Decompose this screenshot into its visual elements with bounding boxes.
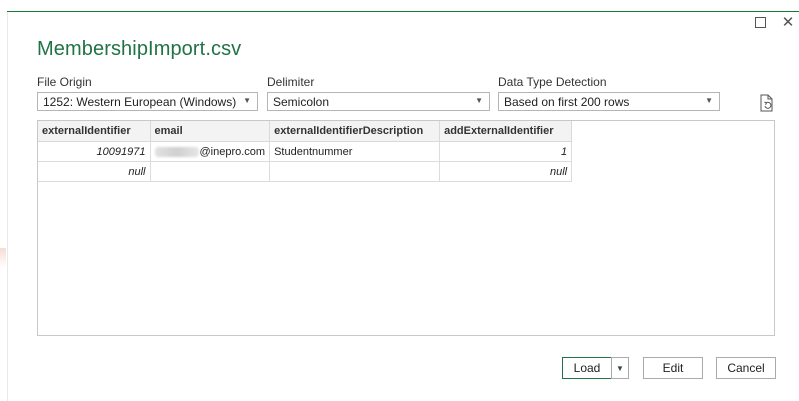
dialog-title: MembershipImport.csv	[37, 38, 242, 60]
maximize-icon	[754, 16, 766, 28]
close-icon: ✕	[781, 14, 795, 31]
file-origin-label: File Origin	[37, 75, 92, 89]
data-type-detection-label: Data Type Detection	[498, 75, 607, 89]
column-header: addExternalIdentifier	[439, 121, 573, 142]
delimiter-label: Delimiter	[267, 75, 315, 89]
chevron-down-icon: ▼	[243, 96, 251, 105]
column-header: externalIdentifierDescription	[269, 121, 441, 142]
table-cell	[150, 161, 271, 182]
delimiter-select[interactable]: Semicolon ▼	[267, 92, 490, 111]
background-decoration	[0, 248, 6, 268]
table-row: 10091971 @inepro.com Studentnummer 1	[38, 141, 573, 162]
table-row: null null	[38, 161, 573, 182]
table-cell: 10091971	[38, 141, 151, 162]
chevron-down-icon: ▼	[616, 363, 624, 373]
delimiter-value: Semicolon	[273, 95, 330, 109]
table-cell: null	[38, 161, 151, 182]
table-cell: null	[439, 161, 573, 182]
data-type-detection-value: Based on first 200 rows	[504, 95, 630, 109]
refresh-document-icon[interactable]	[759, 94, 775, 112]
chevron-down-icon: ▼	[705, 96, 713, 105]
table-cell: Studentnummer	[269, 141, 441, 162]
redacted-text	[154, 146, 199, 157]
edit-button[interactable]: Edit	[643, 357, 703, 379]
table-header-row: externalIdentifier email externalIdentif…	[38, 121, 573, 142]
column-header: email	[150, 121, 271, 142]
table-cell	[269, 161, 441, 182]
window-top-border	[7, 11, 799, 12]
cancel-button[interactable]: Cancel	[716, 357, 776, 379]
csv-import-dialog: ✕ MembershipImport.csv File Origin 1252:…	[0, 0, 799, 401]
data-preview-pane[interactable]: externalIdentifier email externalIdentif…	[37, 120, 775, 336]
load-button[interactable]: Load	[562, 357, 612, 379]
column-header: externalIdentifier	[38, 121, 151, 142]
preview-table: externalIdentifier email externalIdentif…	[38, 121, 573, 182]
file-origin-select[interactable]: 1252: Western European (Windows) ▼	[37, 92, 258, 111]
chevron-down-icon: ▼	[475, 96, 483, 105]
close-button[interactable]: ✕	[780, 14, 796, 31]
load-options-dropdown[interactable]: ▼	[611, 357, 629, 379]
data-type-detection-select[interactable]: Based on first 200 rows ▼	[498, 92, 720, 111]
email-domain: @inepro.com	[199, 145, 266, 158]
file-origin-value: 1252: Western European (Windows)	[43, 95, 237, 109]
maximize-button[interactable]	[752, 14, 768, 30]
window-left-border	[7, 12, 8, 401]
table-cell-email: @inepro.com	[150, 141, 271, 162]
table-cell: 1	[439, 141, 573, 162]
